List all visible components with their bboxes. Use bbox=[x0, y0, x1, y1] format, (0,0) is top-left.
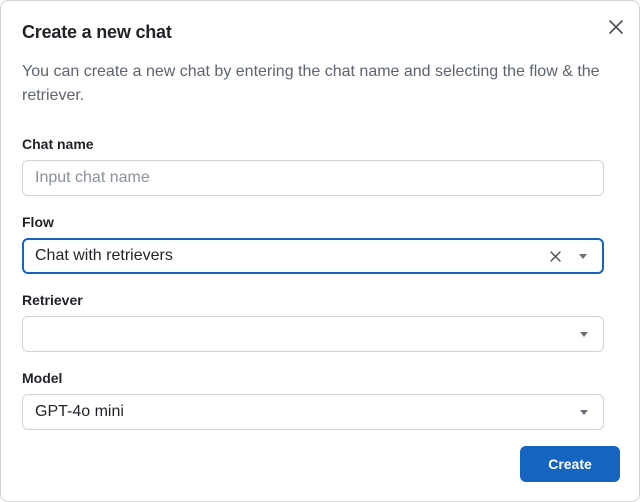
chat-name-input[interactable] bbox=[23, 161, 583, 195]
chat-name-field[interactable] bbox=[22, 160, 604, 196]
caret-down-icon[interactable] bbox=[579, 407, 589, 417]
flow-label: Flow bbox=[22, 214, 54, 230]
flow-select[interactable]: Chat with retrievers bbox=[22, 238, 604, 274]
close-button[interactable] bbox=[604, 15, 628, 39]
create-button[interactable]: Create bbox=[520, 446, 620, 482]
caret-down-icon[interactable] bbox=[578, 251, 588, 261]
close-icon bbox=[609, 20, 623, 34]
flow-selected-value: Chat with retrievers bbox=[35, 247, 173, 264]
model-label: Model bbox=[22, 370, 63, 386]
model-selected-value: GPT-4o mini bbox=[35, 403, 124, 420]
chat-name-label: Chat name bbox=[22, 136, 94, 152]
retriever-select[interactable] bbox=[22, 316, 604, 352]
clear-icon[interactable] bbox=[548, 249, 562, 263]
model-select[interactable]: GPT-4o mini bbox=[22, 394, 604, 430]
retriever-label: Retriever bbox=[22, 292, 83, 308]
dialog-description: You can create a new chat by entering th… bbox=[22, 63, 600, 104]
dialog-title: Create a new chat bbox=[22, 22, 172, 42]
caret-down-icon[interactable] bbox=[579, 329, 589, 339]
create-chat-dialog: Create a new chat You can create a new c… bbox=[0, 0, 640, 502]
